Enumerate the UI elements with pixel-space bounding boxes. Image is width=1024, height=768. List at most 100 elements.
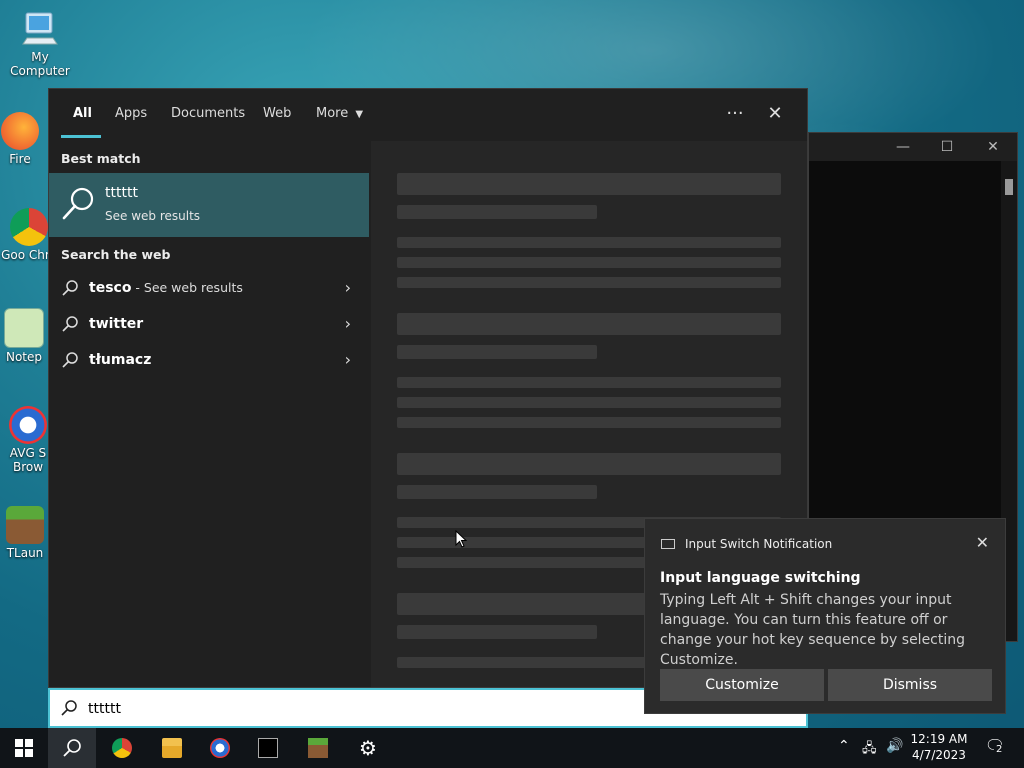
input-switch-notification: Input Switch Notification ✕ Input langua… (644, 518, 1006, 714)
ellipsis-icon[interactable]: ··· (717, 99, 753, 129)
results-list: Best match tttttt See web results Search… (49, 141, 371, 687)
web-result-label: twitter (89, 316, 143, 332)
chrome-icon (10, 208, 48, 246)
clock[interactable]: 12:19 AM 4/7/2023 (906, 731, 972, 763)
best-match-heading: Best match (61, 151, 141, 166)
volume-icon[interactable]: 🔊 (886, 738, 903, 754)
taskbar-search-button[interactable] (48, 728, 96, 768)
search-icon (61, 700, 77, 716)
taskbar: ⚙ ⌃ 🖧 🔊 12:19 AM 4/7/2023 🗨 2 (0, 728, 1024, 768)
close-icon[interactable]: ✕ (757, 99, 793, 129)
loading-placeholder (397, 453, 781, 475)
loading-placeholder (397, 277, 781, 288)
notification-body: Typing Left Alt + Shift changes your inp… (660, 592, 966, 668)
chevron-right-icon[interactable]: › (345, 314, 351, 333)
loading-placeholder (397, 173, 781, 195)
search-icon (62, 187, 94, 220)
notification-app-name: Input Switch Notification (685, 537, 833, 551)
notepad-icon (4, 308, 44, 348)
tab-all[interactable]: All (73, 106, 92, 121)
active-tab-indicator (61, 135, 101, 138)
tab-more-label: More (316, 106, 349, 121)
loading-placeholder (397, 205, 597, 219)
search-icon (63, 739, 81, 757)
loading-placeholder (397, 237, 781, 248)
windows-logo-icon (15, 739, 33, 757)
minecraft-block-icon (6, 506, 44, 544)
tab-more[interactable]: More ▼ (316, 106, 363, 121)
keyboard-icon (661, 539, 675, 549)
web-result-term: tłumacz (89, 352, 152, 368)
desktop-icon-tlauncher[interactable]: TLaun (0, 506, 50, 560)
search-icon (62, 316, 78, 332)
loading-placeholder (397, 625, 597, 639)
action-center-button[interactable]: 🗨 2 (982, 736, 1008, 760)
desktop-icon-label: TLaun (6, 546, 44, 560)
desktop-icon-notepad[interactable]: Notep (0, 308, 48, 364)
search-icon (62, 352, 78, 368)
computer-icon (21, 10, 59, 48)
caret-down-icon: ▼ (355, 109, 364, 120)
tab-documents[interactable]: Documents (171, 106, 245, 121)
start-button[interactable] (0, 728, 48, 768)
window-titlebar[interactable]: — ☐ ✕ (809, 133, 1017, 161)
web-result-extra: - See web results (131, 280, 243, 295)
taskbar-file-explorer[interactable] (148, 728, 196, 768)
dismiss-button[interactable]: Dismiss (828, 669, 992, 701)
loading-placeholder (397, 397, 781, 408)
web-result-item[interactable]: tłumacz › (49, 343, 369, 377)
chrome-icon (112, 738, 132, 758)
chevron-right-icon[interactable]: › (345, 350, 351, 369)
web-result-item[interactable]: tesco - See web results › (49, 271, 369, 305)
customize-button[interactable]: Customize (660, 669, 824, 701)
taskbar-settings[interactable]: ⚙ (344, 728, 392, 768)
loading-placeholder (397, 485, 597, 499)
web-result-label: tłumacz (89, 352, 151, 368)
desktop-icon-firefox[interactable]: Fire (0, 112, 40, 166)
search-tabs: All Apps Documents Web More ▼ ··· ✕ (49, 89, 807, 141)
notification-title: Input language switching (660, 570, 861, 586)
desktop-icon-label: My Computer (10, 50, 70, 78)
show-hidden-icons-chevron-icon[interactable]: ⌃ (838, 738, 850, 754)
desktop-icon-label: Notep (5, 350, 43, 364)
terminal-icon (258, 738, 278, 758)
scrollbar-thumb[interactable] (1005, 179, 1013, 195)
gear-icon: ⚙ (359, 736, 377, 760)
best-match-title: tttttt (105, 185, 138, 201)
avg-browser-icon (210, 738, 230, 758)
web-result-term: twitter (89, 316, 144, 332)
tab-apps[interactable]: Apps (115, 106, 147, 121)
close-button[interactable]: ✕ (971, 133, 1015, 161)
network-icon[interactable]: 🖧 (862, 739, 877, 761)
web-result-term: tesco (89, 280, 132, 296)
loading-placeholder (397, 257, 781, 268)
loading-placeholder (397, 377, 781, 388)
best-match-item[interactable]: tttttt See web results (49, 173, 369, 237)
avg-browser-icon (9, 406, 47, 444)
clock-time: 12:19 AM (910, 732, 968, 746)
loading-placeholder (397, 417, 781, 428)
chevron-right-icon[interactable]: › (345, 278, 351, 297)
minimize-button[interactable]: — (881, 133, 925, 161)
folder-icon (162, 738, 182, 758)
firefox-icon (1, 112, 39, 150)
maximize-button[interactable]: ☐ (925, 133, 969, 161)
tab-web[interactable]: Web (263, 106, 291, 121)
search-input[interactable] (86, 696, 690, 722)
taskbar-chrome[interactable] (98, 728, 146, 768)
loading-placeholder (397, 345, 597, 359)
web-heading: Search the web (61, 247, 171, 262)
best-match-subtitle: See web results (105, 209, 201, 223)
taskbar-avg-browser[interactable] (196, 728, 244, 768)
taskbar-console[interactable] (244, 728, 292, 768)
loading-placeholder (397, 313, 781, 335)
close-icon[interactable]: ✕ (976, 533, 989, 552)
desktop-icon-my-computer[interactable]: My Computer (0, 10, 80, 78)
desktop-icon-label: Fire (9, 152, 31, 166)
web-result-item[interactable]: twitter › (49, 307, 369, 341)
taskbar-tlauncher[interactable] (294, 728, 342, 768)
web-result-label: tesco - See web results (89, 280, 243, 296)
mouse-cursor-icon (455, 530, 467, 548)
search-icon (62, 280, 78, 296)
clock-date: 4/7/2023 (912, 748, 966, 762)
